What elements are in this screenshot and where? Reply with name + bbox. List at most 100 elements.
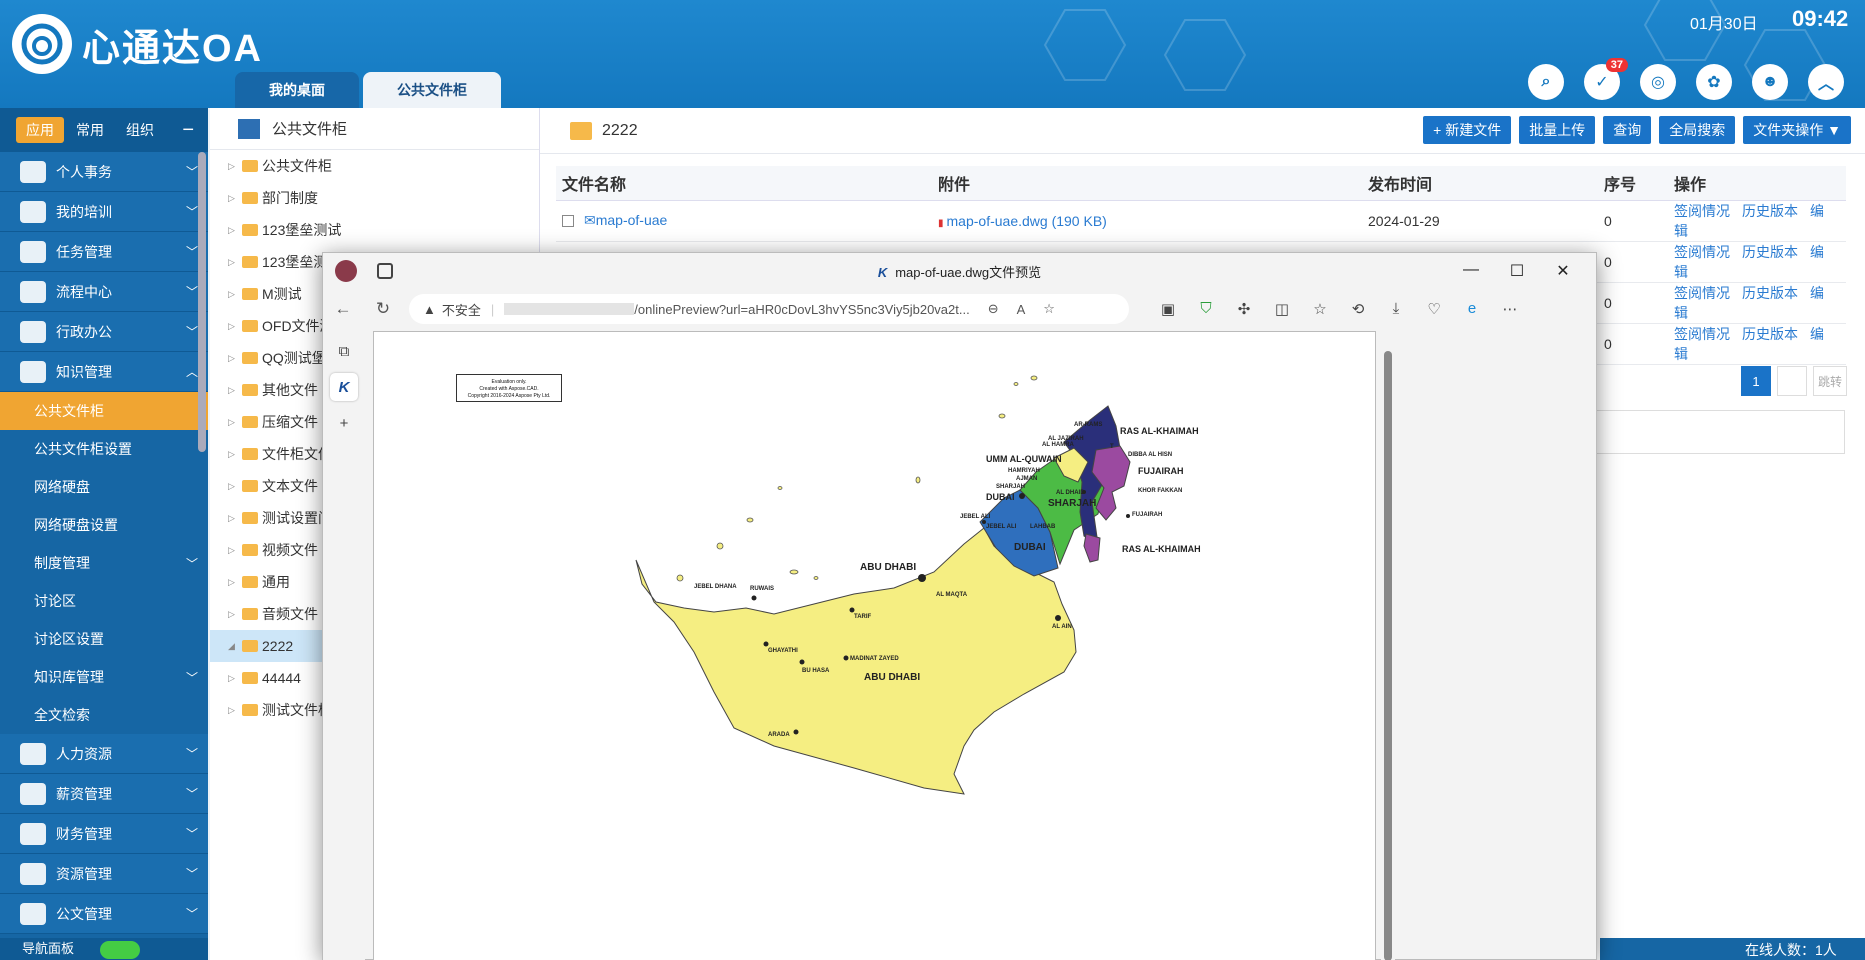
expand-triangle-icon[interactable]: ▷ <box>228 513 242 524</box>
edge-icon[interactable]: e <box>1453 300 1491 318</box>
expand-triangle-icon[interactable]: ▷ <box>228 193 242 204</box>
notification-icon[interactable]: ✓ 37 <box>1584 58 1628 100</box>
page-input[interactable] <box>1777 366 1807 396</box>
file-name-link[interactable]: map-of-uae <box>596 212 668 228</box>
sidebar-sub-disk-settings[interactable]: 网络硬盘设置 <box>0 506 208 544</box>
global-search-button[interactable]: 全局搜索 <box>1659 116 1736 144</box>
sidebar-sub-public-cabinet[interactable]: 公共文件柜 <box>0 392 208 430</box>
puzzle-icon[interactable]: ✣ <box>1225 300 1263 318</box>
sidebar-item-training[interactable]: 我的培训 ﹀ <box>0 192 208 232</box>
sidebar-sub-forum[interactable]: 讨论区 <box>0 582 208 620</box>
split-screen-icon[interactable]: ◫ <box>1263 300 1301 318</box>
expand-triangle-icon[interactable]: ▷ <box>228 321 242 332</box>
read-status-link[interactable]: 签阅情况 <box>1674 285 1730 301</box>
jump-button[interactable]: 跳转 <box>1813 366 1847 396</box>
tree-node[interactable]: ▷ 部门制度 <box>210 182 539 214</box>
expand-triangle-icon[interactable]: ▷ <box>228 385 242 396</box>
read-status-link[interactable]: 签阅情况 <box>1674 203 1730 219</box>
expand-triangle-icon[interactable]: ▷ <box>228 161 242 172</box>
extension-icon[interactable]: ▣ <box>1149 300 1187 318</box>
read-status-link[interactable]: 签阅情况 <box>1674 326 1730 342</box>
sidebar-item-tasks[interactable]: 任务管理 ﹀ <box>0 232 208 272</box>
row-checkbox[interactable] <box>562 215 574 228</box>
refresh-icon[interactable]: ↻ <box>363 299 403 319</box>
batch-upload-button[interactable]: 批量上传 <box>1519 116 1596 144</box>
minimize-icon[interactable]: — <box>1448 261 1494 281</box>
sidebar-sub-forum-settings[interactable]: 讨论区设置 <box>0 620 208 658</box>
sidebar-scrollbar[interactable] <box>198 152 206 452</box>
add-tab-icon[interactable]: + <box>330 409 358 437</box>
download-icon[interactable]: ⤓ <box>1377 300 1415 318</box>
viewer-scrollbar[interactable] <box>1381 331 1395 960</box>
skin-icon[interactable]: ✿ <box>1696 64 1732 100</box>
sidebar-item-hr[interactable]: 人力资源 ﹀ <box>0 734 208 774</box>
app-logo[interactable]: 心通达OA <box>12 14 263 74</box>
query-button[interactable]: 查询 <box>1603 116 1652 144</box>
sidebar-sub-kb[interactable]: 知识库管理 ﹀ <box>0 658 208 696</box>
tree-node[interactable]: ▷ 123堡垒测试 <box>210 214 539 246</box>
sidebar-tab-common[interactable]: 常用 <box>66 117 114 143</box>
expand-triangle-icon[interactable]: ▷ <box>228 449 242 460</box>
shield-icon[interactable]: ⛉ <box>1187 300 1225 318</box>
history-link[interactable]: 历史版本 <box>1742 326 1798 342</box>
folder-ops-button[interactable]: 文件夹操作 ▼ <box>1743 116 1851 144</box>
sidebar-item-docs[interactable]: 公文管理 ﹀ <box>0 894 208 934</box>
sidebar-item-personal[interactable]: 个人事务 ﹀ <box>0 152 208 192</box>
history-icon[interactable]: ⟲ <box>1339 300 1377 318</box>
kk-tab-icon[interactable]: K <box>330 373 358 401</box>
search-icon[interactable]: ⌕ <box>1528 64 1564 100</box>
favorite-star-icon[interactable]: ☆ <box>1043 301 1055 317</box>
sidebar-sub-network-disk[interactable]: 网络硬盘 <box>0 468 208 506</box>
history-link[interactable]: 历史版本 <box>1742 244 1798 260</box>
favorites-icon[interactable]: ☆ <box>1301 300 1339 318</box>
history-link[interactable]: 历史版本 <box>1742 285 1798 301</box>
scrollbar-thumb[interactable] <box>1384 351 1392 960</box>
expand-triangle-icon[interactable]: ◢ <box>228 641 242 652</box>
page-1-button[interactable]: 1 <box>1741 366 1771 396</box>
url-field[interactable]: ▲ 不安全 | /onlinePreview?url=aHR0cDovL3hvY… <box>409 294 1129 324</box>
sidebar-item-salary[interactable]: 薪资管理 ﹀ <box>0 774 208 814</box>
expand-triangle-icon[interactable]: ▷ <box>228 289 242 300</box>
sidebar-tab-org[interactable]: 组织 <box>116 117 164 143</box>
maximize-icon[interactable]: ☐ <box>1494 261 1540 281</box>
history-link[interactable]: 历史版本 <box>1742 203 1798 219</box>
collapse-up-icon[interactable]: ︿ <box>1808 64 1844 100</box>
sidebar-item-workflow[interactable]: 流程中心 ﹀ <box>0 272 208 312</box>
sidebar-sub-fulltext[interactable]: 全文检索 <box>0 696 208 734</box>
close-icon[interactable]: ✕ <box>1540 261 1586 281</box>
sidebar-item-finance[interactable]: 财务管理 ﹀ <box>0 814 208 854</box>
expand-triangle-icon[interactable]: ▷ <box>228 705 242 716</box>
tree-node[interactable]: ▷ 公共文件柜 <box>210 150 539 182</box>
target-icon[interactable]: ◎ <box>1640 64 1676 100</box>
expand-triangle-icon[interactable]: ▷ <box>228 545 242 556</box>
nav-panel-toggle[interactable] <box>100 941 140 959</box>
expand-triangle-icon[interactable]: ▷ <box>228 257 242 268</box>
expand-triangle-icon[interactable]: ▷ <box>228 673 242 684</box>
tab-public-cabinet[interactable]: 公共文件柜 <box>363 72 501 108</box>
sidebar-item-admin[interactable]: 行政办公 ﹀ <box>0 312 208 352</box>
collapse-icon[interactable]: − <box>182 119 194 142</box>
tab-actions-icon[interactable]: ⧉ <box>330 337 358 365</box>
performance-icon[interactable]: ♡ <box>1415 300 1453 318</box>
read-aloud-icon[interactable]: A <box>1017 302 1026 317</box>
attachment-link[interactable]: map-of-uae.dwg (190 KB) <box>947 213 1107 229</box>
sidebar-tab-apps[interactable]: 应用 <box>16 117 64 143</box>
sidebar-item-knowledge[interactable]: 知识管理 ︿ <box>0 352 208 392</box>
expand-triangle-icon[interactable]: ▷ <box>228 417 242 428</box>
more-icon[interactable]: ⋯ <box>1491 300 1529 318</box>
new-file-button[interactable]: + 新建文件 <box>1423 116 1512 144</box>
sidebar-item-resource[interactable]: 资源管理 ﹀ <box>0 854 208 894</box>
table-row[interactable]: ✉map-of-uae ▮ map-of-uae.dwg (190 KB) 2024-… <box>556 200 1846 242</box>
expand-triangle-icon[interactable]: ▷ <box>228 353 242 364</box>
tab-my-desktop[interactable]: 我的桌面 <box>235 72 359 108</box>
user-icon[interactable]: ☻ <box>1752 64 1788 100</box>
zoom-out-icon[interactable]: ⊖ <box>988 301 999 317</box>
sidebar-sub-rules[interactable]: 制度管理 ﹀ <box>0 544 208 582</box>
sidebar-sub-cabinet-settings[interactable]: 公共文件柜设置 <box>0 430 208 468</box>
expand-triangle-icon[interactable]: ▷ <box>228 577 242 588</box>
read-status-link[interactable]: 签阅情况 <box>1674 244 1730 260</box>
back-icon[interactable]: ← <box>323 299 363 319</box>
expand-triangle-icon[interactable]: ▷ <box>228 225 242 236</box>
expand-triangle-icon[interactable]: ▷ <box>228 609 242 620</box>
expand-triangle-icon[interactable]: ▷ <box>228 481 242 492</box>
